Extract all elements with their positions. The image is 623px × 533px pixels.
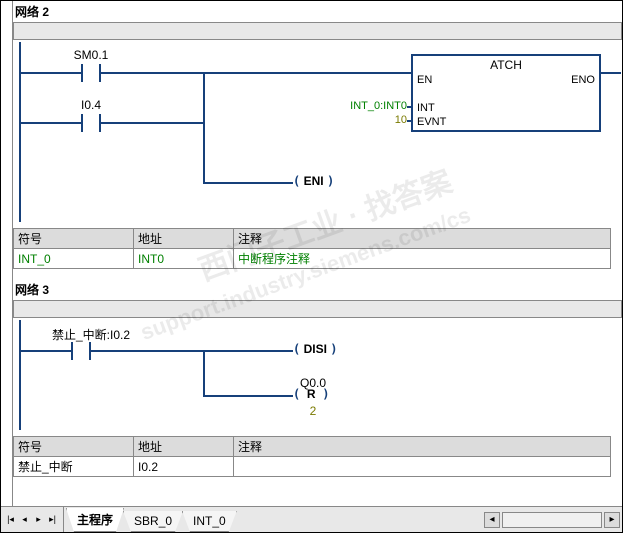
atch-block[interactable]: ATCH EN ENO INT EVNT — [411, 54, 601, 132]
contact-label: SM0.1 — [31, 48, 151, 62]
tab-int0[interactable]: INT_0 — [182, 511, 237, 532]
col-comment: 注释 — [234, 437, 611, 457]
pin-evnt: EVNT — [417, 116, 446, 128]
wire — [407, 106, 411, 108]
pin-eno: ENO — [571, 74, 595, 86]
contact-label: I0.4 — [31, 98, 151, 112]
wire — [21, 350, 71, 352]
content-area: 网络 2 SM0.1 ATCH EN ENO INT EVNT — [13, 1, 622, 506]
network-3-title: 网络 3 — [13, 279, 622, 300]
contact-label: 禁止_中断:I0.2 — [13, 326, 171, 343]
coil-label: R — [307, 387, 316, 401]
tab-sbr0[interactable]: SBR_0 — [123, 511, 183, 532]
network-3-ladder[interactable]: 禁止_中断:I0.2 ( DISI ) Q0.0 ( R ) 2 — [13, 320, 622, 430]
cell-symbol: 禁止_中断 — [14, 457, 134, 477]
col-address: 地址 — [134, 229, 234, 249]
table-row[interactable]: 禁止_中断 I0.2 — [14, 457, 611, 477]
symbol-table-n3[interactable]: 符号 地址 注释 禁止_中断 I0.2 — [13, 436, 611, 477]
wire — [101, 122, 205, 124]
wire — [203, 350, 205, 395]
wire — [21, 72, 81, 74]
pin-value-evnt: 10 — [331, 114, 407, 126]
tab-nav-next-icon[interactable]: ▸ — [32, 512, 45, 528]
coil-disi[interactable]: ( DISI ) — [293, 342, 338, 356]
pin-en: EN — [417, 74, 432, 86]
wire — [601, 72, 621, 74]
col-symbol: 符号 — [14, 229, 134, 249]
tab-nav-prev-icon[interactable]: ◂ — [18, 512, 31, 528]
reset-count: 2 — [293, 404, 333, 418]
editor-window: 网络 2 SM0.1 ATCH EN ENO INT EVNT — [0, 0, 623, 533]
cell-comment: 中断程序注释 — [234, 249, 611, 269]
cell-address: I0.2 — [134, 457, 234, 477]
contact-i0-4[interactable]: I0.4 — [81, 114, 101, 132]
cell-comment — [234, 457, 611, 477]
coil-reset[interactable]: ( R ) — [293, 387, 329, 401]
tab-nav-first-icon[interactable]: |◂ — [4, 512, 17, 528]
wire — [407, 120, 411, 122]
table-row[interactable]: INT_0 INT0 中断程序注释 — [14, 249, 611, 269]
wire — [21, 122, 81, 124]
pin-int: INT — [417, 102, 435, 114]
wire — [203, 182, 293, 184]
network-2-ladder[interactable]: SM0.1 ATCH EN ENO INT EVNT INT_0:INT0 10 — [13, 42, 622, 222]
block-title: ATCH — [413, 56, 599, 72]
coil-eni[interactable]: ( ENI ) — [293, 174, 334, 188]
cell-address: INT0 — [134, 249, 234, 269]
network-3-comment-bar[interactable] — [13, 300, 622, 318]
tab-main[interactable]: 主程序 — [66, 508, 124, 532]
contact-i0-2[interactable]: 禁止_中断:I0.2 — [71, 342, 91, 360]
symbol-table-n2[interactable]: 符号 地址 注释 INT_0 INT0 中断程序注释 — [13, 228, 611, 269]
scroll-right-icon[interactable]: ▸ — [604, 512, 620, 528]
tabs: 主程序 SBR_0 INT_0 — [64, 507, 236, 532]
wire — [203, 122, 205, 182]
pin-value-int: INT_0:INT0 — [331, 100, 407, 112]
scroll-left-icon[interactable]: ◂ — [484, 512, 500, 528]
network-2-title: 网络 2 — [13, 1, 622, 22]
tab-bar: |◂ ◂ ▸ ▸| 主程序 SBR_0 INT_0 ◂ ▸ — [1, 506, 622, 532]
tab-nav-last-icon[interactable]: ▸| — [46, 512, 59, 528]
tab-nav: |◂ ◂ ▸ ▸| — [1, 507, 64, 532]
coil-label: ENI — [304, 174, 324, 188]
wire — [91, 350, 293, 352]
col-comment: 注释 — [234, 229, 611, 249]
wire — [101, 72, 411, 74]
contact-sm0-1[interactable]: SM0.1 — [81, 64, 101, 82]
cell-symbol: INT_0 — [14, 249, 134, 269]
network-2-comment-bar[interactable] — [13, 22, 622, 40]
col-symbol: 符号 — [14, 437, 134, 457]
wire — [203, 72, 205, 122]
scroll-track[interactable] — [502, 512, 602, 528]
coil-label: DISI — [304, 342, 327, 356]
horizontal-scrollbar[interactable]: ◂ ▸ — [236, 507, 622, 532]
left-rail — [19, 42, 21, 222]
gutter — [1, 1, 13, 506]
col-address: 地址 — [134, 437, 234, 457]
wire — [203, 395, 293, 397]
